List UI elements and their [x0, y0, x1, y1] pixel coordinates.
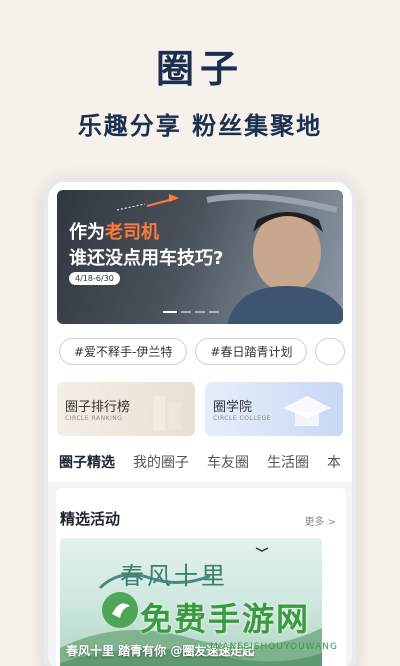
tab-local[interactable]: 本 — [327, 452, 341, 472]
watermark-subtext: MIANFEISHOUYOUWANG — [210, 642, 338, 652]
carousel-indicator — [163, 311, 219, 313]
more-link[interactable]: 更多 > — [304, 513, 336, 528]
topic-tag[interactable] — [315, 338, 346, 365]
banner-headline: 作为老司机 — [69, 218, 159, 244]
circle-ranking-title: 圈子排行榜 — [65, 400, 131, 415]
circle-college-title: 圈学院 — [213, 400, 253, 415]
ranking-illustration — [137, 396, 181, 430]
circle-college-card[interactable]: 圈学院 CIRCLE COLLEGE — [205, 382, 343, 436]
circle-ranking-subtitle: CIRCLE RANKING — [65, 415, 123, 422]
college-illustration — [283, 396, 331, 426]
topic-tags: #爱不释手-伊兰特 #春日踏青计划 — [59, 338, 346, 365]
carousel-dot — [181, 311, 191, 313]
circle-ranking-card[interactable]: 圈子排行榜 CIRCLE RANKING — [57, 382, 195, 436]
promo-subtitle: 乐趣分享 粉丝集聚地 — [77, 112, 323, 140]
watermark-logo-icon — [102, 592, 138, 628]
banner-headline-highlight: 老司机 — [105, 222, 159, 243]
phone-frame: 作为老司机 谁还没点用车技巧? 4/18-6/30 #爱不释手-伊兰特 #春日踏… — [43, 177, 357, 666]
activity-title: 春风十里 — [120, 562, 228, 590]
circle-college-subtitle: CIRCLE COLLEGE — [213, 415, 271, 422]
hero-banner[interactable]: 作为老司机 谁还没点用车技巧? 4/18-6/30 — [57, 190, 343, 324]
tab-featured[interactable]: 圈子精选 — [59, 452, 115, 472]
tab-life[interactable]: 生活圈 — [267, 452, 309, 472]
section-title: 精选活动 — [60, 510, 121, 528]
topic-tag[interactable]: #爱不释手-伊兰特 — [59, 338, 188, 365]
banner-date-badge: 4/18-6/30 — [69, 272, 120, 285]
carousel-dot — [163, 311, 177, 313]
carousel-dot — [209, 311, 219, 313]
carousel-dot — [195, 311, 205, 313]
topic-tag[interactable]: #春日踏青计划 — [195, 338, 308, 365]
banner-headline-prefix: 作为 — [69, 222, 105, 243]
banner-subheadline: 谁还没点用车技巧? — [69, 248, 224, 269]
promo-title: 圈子 — [155, 47, 244, 91]
tab-car-friends[interactable]: 车友圈 — [207, 452, 249, 472]
watermark-text: 免费手游网 — [140, 600, 311, 638]
circle-tabs: 圈子精选 我的圈子 车友圈 生活圈 本 — [59, 452, 341, 472]
tab-my-circles[interactable]: 我的圈子 — [133, 452, 189, 472]
